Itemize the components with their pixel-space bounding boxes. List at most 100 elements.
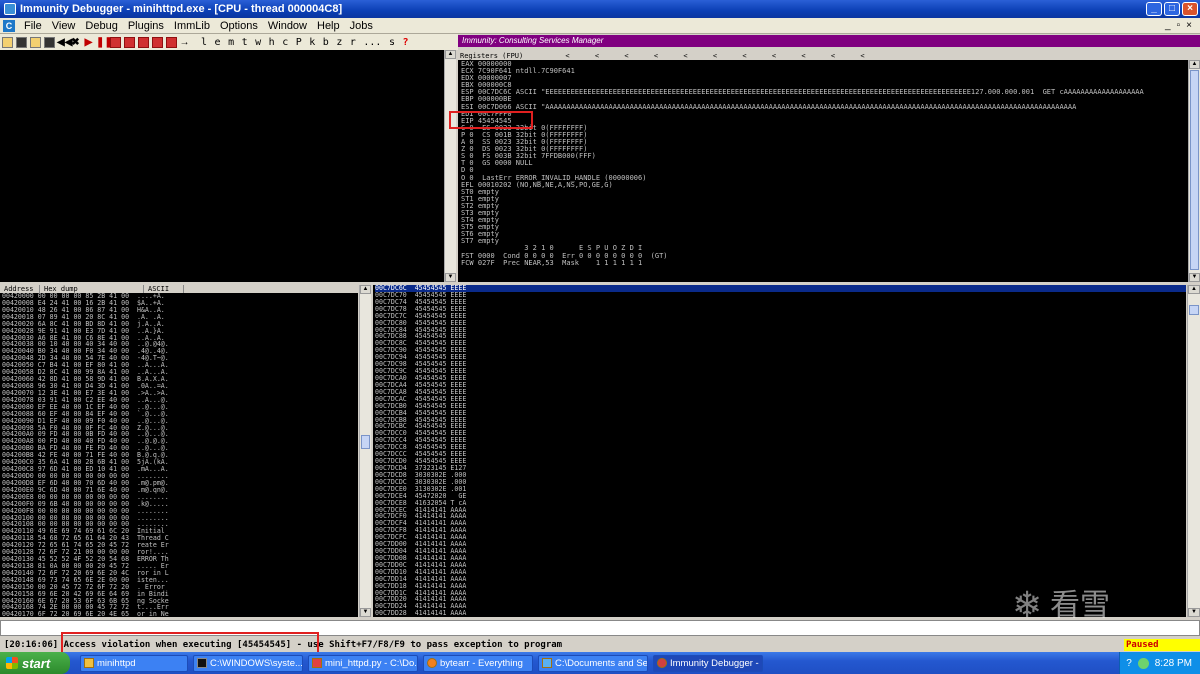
register-line[interactable]: T 0 GS 0000 NULL bbox=[461, 160, 1197, 167]
memory-dump-pane[interactable]: 00420000 00 00 00 00 85 2B 41 00 ....+A.… bbox=[0, 293, 358, 617]
register-line[interactable]: ST0 empty bbox=[461, 188, 1197, 196]
scroll-up-icon[interactable]: ▲ bbox=[1189, 60, 1200, 69]
tool-breakpoints[interactable]: b bbox=[323, 37, 329, 48]
stack-row[interactable]: 00C7DCD8 3030302E .000 bbox=[375, 471, 1186, 479]
open-icon[interactable] bbox=[1, 36, 13, 48]
dump-col-address[interactable]: Address bbox=[0, 285, 40, 293]
tool-executable-modules[interactable]: e bbox=[215, 37, 221, 48]
scroll-thumb[interactable] bbox=[1190, 70, 1199, 270]
stack-row[interactable]: 00C7DC6C 45454545 EEEE bbox=[375, 285, 1186, 292]
stack-row[interactable]: 00C7DCF4 41414141 AAAA bbox=[375, 520, 1186, 527]
task-cmd[interactable]: C:\WINDOWS\syste... bbox=[193, 654, 303, 672]
stack-row[interactable]: 00C7DD10 41414141 AAAA bbox=[375, 568, 1186, 576]
registers-header[interactable]: Registers (FPU) < < < < < < < < < < < bbox=[458, 52, 1200, 60]
disassembly-scrollbar[interactable]: ▲ ▼ bbox=[444, 50, 456, 282]
tool-hw-breakpoints[interactable]: z bbox=[336, 37, 342, 48]
task-immunity-debugger[interactable]: Immunity Debugger - ... bbox=[653, 654, 763, 672]
register-line[interactable]: S 0 FS 003B 32bit 7FFDB000(FFF) bbox=[461, 153, 1197, 160]
network-icon[interactable] bbox=[1137, 657, 1149, 669]
maximize-button[interactable]: □ bbox=[1164, 2, 1180, 16]
close-file-icon[interactable] bbox=[29, 36, 41, 48]
scroll-up-icon[interactable]: ▲ bbox=[445, 50, 456, 59]
stack-row[interactable]: 00C7DCD4 37323145 E127 bbox=[375, 465, 1186, 472]
step-into-icon[interactable] bbox=[109, 36, 121, 48]
menu-help[interactable]: Help bbox=[312, 20, 345, 32]
registers-scrollbar[interactable]: ▲ ▼ bbox=[1188, 60, 1200, 282]
tool-more[interactable]: ... bbox=[363, 37, 381, 48]
stack-scrollbar[interactable]: ▲ ▼ bbox=[1187, 285, 1200, 617]
tool-call-stack[interactable]: k bbox=[309, 37, 315, 48]
tray-help-icon[interactable]: ? bbox=[1126, 658, 1132, 669]
mdi-restore-button[interactable]: ▫ bbox=[1177, 20, 1181, 31]
register-line[interactable]: ST6 empty bbox=[461, 231, 1197, 238]
pause-icon[interactable]: ❚❚ bbox=[96, 37, 113, 48]
menu-immlib[interactable]: ImmLib bbox=[169, 20, 215, 32]
register-line[interactable]: ST1 empty bbox=[461, 195, 1197, 203]
stack-row[interactable]: 00C7DC84 45454545 EEEE bbox=[375, 326, 1186, 334]
register-line[interactable]: ST4 empty bbox=[461, 216, 1197, 224]
stack-row[interactable]: 00C7DC80 45454545 EEEE bbox=[375, 319, 1186, 327]
stack-row[interactable]: 00C7DD08 41414141 AAAA bbox=[375, 555, 1186, 562]
rewind-icon[interactable]: ◀◀ bbox=[57, 37, 72, 48]
task-python-editor[interactable]: mini_httpd.py - C:\Do... bbox=[308, 654, 418, 672]
scroll-down-icon[interactable]: ▼ bbox=[1188, 608, 1200, 617]
stack-pane[interactable]: 00C7DC6C 45454545 EEEE 00C7DC70 45454545 … bbox=[373, 285, 1186, 617]
scroll-thumb[interactable] bbox=[1189, 305, 1199, 315]
stack-row[interactable]: 00C7DC94 45454545 EEEE bbox=[375, 354, 1186, 361]
stack-row[interactable]: 00C7DCE4 45472020 GE bbox=[375, 492, 1186, 500]
execute-till-return-icon[interactable] bbox=[165, 36, 177, 48]
tool-cpu[interactable]: c bbox=[282, 37, 288, 48]
stack-row[interactable]: 00C7DC88 45454545 EEEE bbox=[375, 333, 1186, 340]
stack-row[interactable]: 00C7DCF8 41414141 AAAA bbox=[375, 527, 1186, 534]
tool-run-trace[interactable]: r bbox=[350, 37, 356, 48]
disassembly-pane[interactable] bbox=[0, 50, 444, 282]
cpu-window-icon[interactable]: C bbox=[3, 19, 15, 32]
menu-plugins[interactable]: Plugins bbox=[123, 20, 169, 32]
run-icon[interactable]: ▶ bbox=[83, 37, 94, 48]
menu-jobs[interactable]: Jobs bbox=[345, 20, 378, 32]
register-line[interactable]: EDX 00000007 bbox=[461, 75, 1197, 82]
stack-row[interactable]: 00C7DCBC 45454545 EEEE bbox=[375, 423, 1186, 430]
step-over-icon[interactable] bbox=[123, 36, 135, 48]
register-line[interactable]: ST3 empty bbox=[461, 209, 1197, 217]
dump-col-hex[interactable]: Hex dump bbox=[40, 285, 144, 293]
stack-row[interactable]: 00C7DCA4 45454545 EEEE bbox=[375, 381, 1186, 389]
stack-row[interactable]: 00C7DD0C 41414141 AAAA bbox=[375, 561, 1186, 569]
menu-options[interactable]: Options bbox=[215, 20, 263, 32]
register-line[interactable]: ESI 00C7D066 ASCII "AAAAAAAAAAAAAAAAAAAA… bbox=[461, 103, 1197, 111]
tool-windows[interactable]: w bbox=[255, 37, 261, 48]
menu-debug[interactable]: Debug bbox=[80, 20, 122, 32]
tool-source[interactable]: s bbox=[389, 37, 395, 48]
tool-memory[interactable]: m bbox=[228, 37, 234, 48]
register-line[interactable]: ESP 00C7DC6C ASCII "EEEEEEEEEEEEEEEEEEEE… bbox=[461, 89, 1197, 96]
dump-row[interactable]: 00420170 6F 72 20 69 6E 20 4E 65 or in N… bbox=[2, 611, 358, 617]
task-documents[interactable]: C:\Documents and Se... bbox=[538, 654, 648, 672]
tool-patches[interactable]: P bbox=[296, 37, 302, 48]
stack-row[interactable]: 00C7DC98 45454545 EEEE bbox=[375, 361, 1186, 368]
registers-pane[interactable]: EAX 00000000 ECX 7C90F641 ntdll.7C90F641 E… bbox=[458, 52, 1200, 282]
stack-row[interactable]: 00C7DCC0 45454545 EEEE bbox=[375, 430, 1186, 437]
stack-row[interactable]: 00C7DC74 45454545 EEEE bbox=[375, 298, 1186, 306]
stack-row[interactable]: 00C7DCB0 45454545 EEEE bbox=[375, 402, 1186, 410]
register-line[interactable]: ST2 empty bbox=[461, 202, 1197, 210]
stack-row[interactable]: 00C7DCAC 45454545 EEEE bbox=[375, 395, 1186, 403]
stack-row[interactable]: 00C7DCA0 45454545 EEEE bbox=[375, 375, 1186, 382]
start-button[interactable]: start bbox=[0, 652, 70, 674]
stack-row[interactable]: 00C7DCA8 45454545 EEEE bbox=[375, 388, 1186, 396]
menu-file[interactable]: File bbox=[19, 20, 47, 32]
stack-row[interactable]: 00C7DC9C 45454545 EEEE bbox=[375, 368, 1186, 375]
register-line[interactable]: ECX 7C90F641 ntdll.7C90F641 bbox=[461, 67, 1197, 75]
stack-row[interactable]: 00C7DD00 41414141 AAAA bbox=[375, 541, 1186, 548]
menu-view[interactable]: View bbox=[47, 20, 81, 32]
help-icon[interactable]: ? bbox=[402, 37, 408, 48]
trace-over-icon[interactable] bbox=[151, 36, 163, 48]
stack-row[interactable]: 00C7DC78 45454545 EEEE bbox=[375, 305, 1186, 313]
stack-row[interactable]: 00C7DCC4 45454545 EEEE bbox=[375, 437, 1186, 444]
dump-col-ascii[interactable]: ASCII bbox=[144, 285, 184, 293]
stack-row[interactable]: 00C7DCE0 3130302E .001 bbox=[375, 485, 1186, 493]
task-everything[interactable]: bytearr - Everything bbox=[423, 654, 533, 672]
stack-row[interactable]: 00C7DC7C 45454545 EEEE bbox=[375, 312, 1186, 320]
stack-row[interactable]: 00C7DCE8 41632054 T cA bbox=[375, 499, 1186, 507]
stack-row[interactable]: 00C7DCB8 45454545 EEEE bbox=[375, 416, 1186, 424]
clock[interactable]: 8:28 PM bbox=[1155, 658, 1192, 669]
